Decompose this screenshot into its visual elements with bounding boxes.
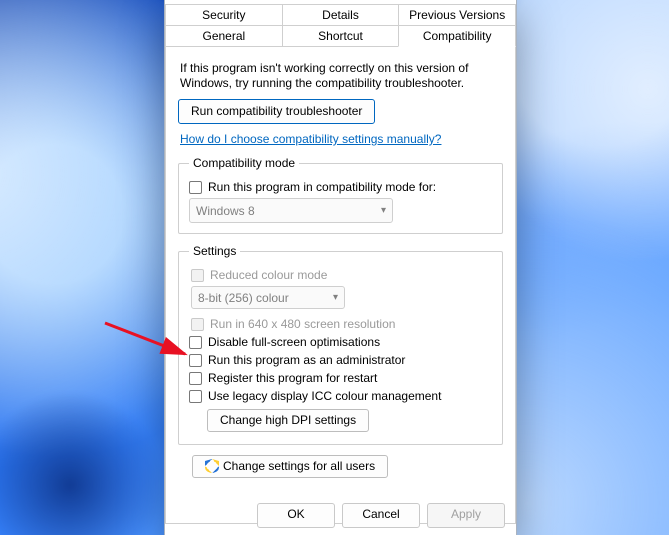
compat-mode-legend: Compatibility mode xyxy=(189,156,299,170)
compat-mode-label: Run this program in compatibility mode f… xyxy=(208,180,436,194)
help-link[interactable]: How do I choose compatibility settings m… xyxy=(180,132,441,146)
run-640x480-label: Run in 640 x 480 screen resolution xyxy=(210,317,395,331)
run-troubleshooter-button[interactable]: Run compatibility troubleshooter xyxy=(178,99,375,124)
register-restart-label: Register this program for restart xyxy=(208,371,377,385)
run-as-admin-label: Run this program as an administrator xyxy=(208,353,405,367)
compat-mode-group: Compatibility mode Run this program in c… xyxy=(178,156,503,234)
apply-button: Apply xyxy=(427,503,505,528)
change-high-dpi-button[interactable]: Change high DPI settings xyxy=(207,409,369,432)
reduced-colour-select: 8-bit (256) colour ▾ xyxy=(191,286,345,309)
tab-compatibility[interactable]: Compatibility xyxy=(398,25,516,47)
tab-strip: Security Details Previous Versions Gener… xyxy=(165,0,516,47)
disable-fullscreen-opt-checkbox[interactable] xyxy=(189,336,202,349)
run-as-admin-checkbox[interactable] xyxy=(189,354,202,367)
legacy-icc-checkbox[interactable] xyxy=(189,390,202,403)
chevron-down-icon: ▾ xyxy=(333,292,338,303)
tab-shortcut[interactable]: Shortcut xyxy=(282,25,400,47)
tab-body: If this program isn't working correctly … xyxy=(165,47,516,524)
compat-mode-checkbox[interactable] xyxy=(189,181,202,194)
change-all-users-button[interactable]: Change settings for all users xyxy=(192,455,388,478)
reduced-colour-select-value: 8-bit (256) colour xyxy=(198,291,289,305)
chevron-down-icon: ▾ xyxy=(381,205,386,216)
change-all-users-label: Change settings for all users xyxy=(223,459,375,473)
properties-dialog: Security Details Previous Versions Gener… xyxy=(164,0,517,535)
compat-mode-select-value: Windows 8 xyxy=(196,204,255,218)
intro-text: If this program isn't working correctly … xyxy=(180,61,501,91)
disable-fullscreen-opt-label: Disable full-screen optimisations xyxy=(208,335,380,349)
register-restart-checkbox[interactable] xyxy=(189,372,202,385)
run-640x480-checkbox xyxy=(191,318,204,331)
settings-legend: Settings xyxy=(189,244,240,258)
tab-security[interactable]: Security xyxy=(165,4,283,25)
shield-icon xyxy=(205,459,219,473)
legacy-icc-label: Use legacy display ICC colour management xyxy=(208,389,441,403)
settings-group: Settings Reduced colour mode 8-bit (256)… xyxy=(178,244,503,445)
tab-general[interactable]: General xyxy=(165,25,283,47)
tab-details[interactable]: Details xyxy=(282,4,400,25)
reduced-colour-checkbox xyxy=(191,269,204,282)
cancel-button[interactable]: Cancel xyxy=(342,503,420,528)
ok-button[interactable]: OK xyxy=(257,503,335,528)
reduced-colour-label: Reduced colour mode xyxy=(210,268,327,282)
compat-mode-select[interactable]: Windows 8 ▾ xyxy=(189,198,393,223)
tab-previous-versions[interactable]: Previous Versions xyxy=(398,4,516,25)
